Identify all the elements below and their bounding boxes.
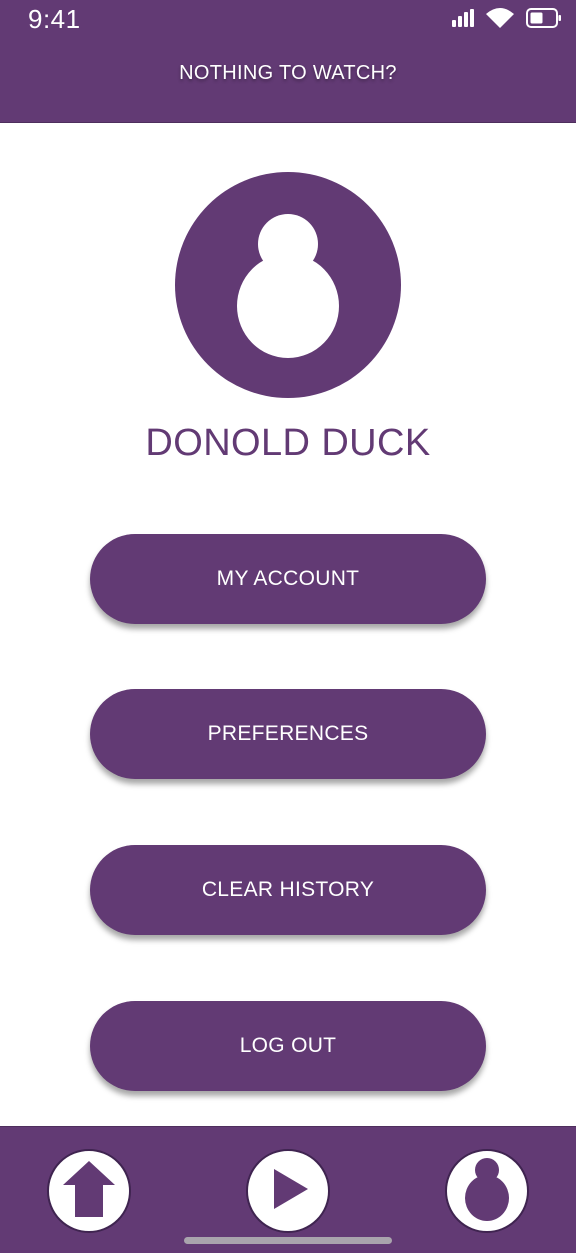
signal-icon — [452, 8, 474, 32]
wifi-icon — [486, 7, 514, 33]
home-nav-button[interactable] — [47, 1149, 131, 1233]
profile-nav-button[interactable] — [445, 1149, 529, 1233]
bottom-nav — [0, 1126, 576, 1253]
profile-icon — [462, 1156, 512, 1227]
status-bar: 9:41 — [0, 0, 576, 48]
my-account-button[interactable]: MY ACCOUNT — [90, 534, 486, 624]
clear-history-button[interactable]: CLEAR HISTORY — [90, 845, 486, 935]
play-icon — [264, 1165, 312, 1218]
status-time: 9:41 — [28, 4, 81, 34]
app-header: NOTHING TO WATCH? — [0, 48, 576, 123]
play-nav-button[interactable] — [246, 1149, 330, 1233]
status-icons — [452, 6, 562, 34]
page-title: NOTHING TO WATCH? — [179, 62, 397, 84]
preferences-button[interactable]: PREFERENCES — [90, 689, 486, 779]
user-name: DONOLD DUCK — [145, 422, 431, 464]
log-out-button[interactable]: LOG OUT — [90, 1001, 486, 1091]
home-icon — [61, 1159, 117, 1224]
home-indicator — [184, 1237, 392, 1244]
battery-icon — [526, 7, 562, 33]
user-avatar-icon — [175, 172, 401, 398]
